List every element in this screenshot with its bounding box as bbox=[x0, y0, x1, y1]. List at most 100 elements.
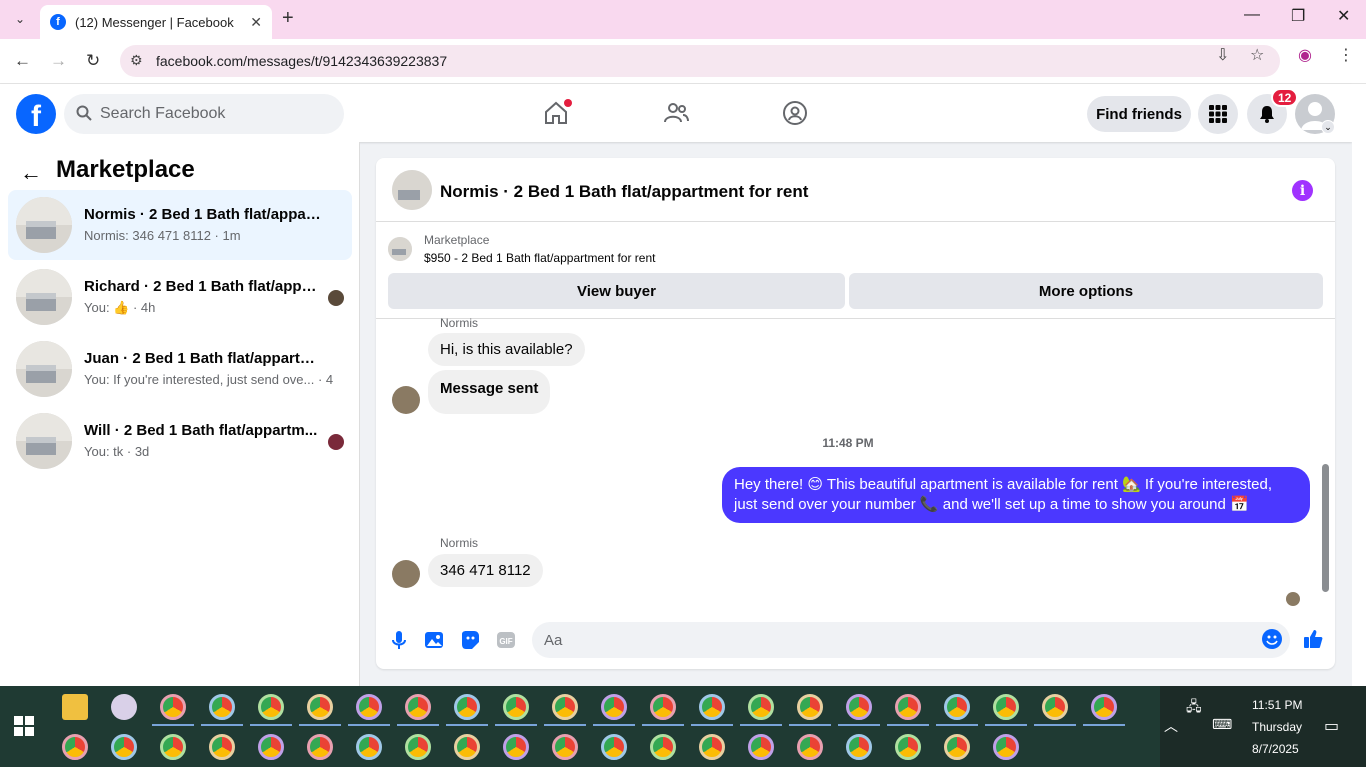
chrome-taskbar-icon[interactable] bbox=[944, 694, 970, 720]
view-buyer-button[interactable]: View buyer bbox=[388, 273, 845, 309]
site-info-icon[interactable]: ⚙ bbox=[130, 52, 143, 69]
back-arrow-icon[interactable]: ← bbox=[20, 160, 42, 186]
conversation-preview: You: If you're interested, just send ove… bbox=[84, 372, 334, 387]
chrome-taskbar-icon[interactable] bbox=[1042, 694, 1068, 720]
minimize-icon[interactable]: — bbox=[1244, 6, 1260, 24]
chrome-taskbar-icon[interactable] bbox=[895, 734, 921, 760]
chrome-taskbar-icon[interactable] bbox=[944, 734, 970, 760]
file-explorer-icon[interactable] bbox=[62, 694, 88, 720]
gif-icon[interactable]: GIF bbox=[495, 629, 517, 651]
chevron-down-icon[interactable]: ⌄ bbox=[1321, 120, 1335, 134]
find-friends-button[interactable]: Find friends bbox=[1087, 96, 1191, 132]
message-input[interactable]: Aa bbox=[532, 622, 1290, 658]
bookmark-star-icon[interactable]: ☆ bbox=[1250, 45, 1264, 65]
chrome-taskbar-icon[interactable] bbox=[650, 694, 676, 720]
more-options-button[interactable]: More options bbox=[849, 273, 1323, 309]
groups-icon[interactable] bbox=[781, 99, 809, 127]
incoming-message[interactable]: Hi, is this available? bbox=[428, 333, 585, 366]
browser-tab[interactable]: f (12) Messenger | Facebook ✕ bbox=[40, 5, 272, 39]
info-icon[interactable]: i bbox=[1292, 180, 1313, 201]
paint-icon[interactable] bbox=[111, 694, 137, 720]
chrome-taskbar-icon[interactable] bbox=[601, 694, 627, 720]
chrome-taskbar-icon[interactable] bbox=[454, 694, 480, 720]
url-field[interactable]: ⚙ facebook.com/messages/t/91423436392238… bbox=[120, 45, 1280, 77]
friends-icon[interactable] bbox=[662, 99, 690, 127]
conversation-title: Richard · 2 Bed 1 Bath flat/appar... bbox=[84, 278, 324, 295]
facebook-header: f Search Facebook Find friends 12 ⌄ bbox=[0, 84, 1352, 142]
chrome-taskbar-icon[interactable] bbox=[895, 694, 921, 720]
sticker-icon[interactable] bbox=[459, 629, 481, 651]
page-scrollbar[interactable] bbox=[1352, 84, 1366, 686]
window-close-icon[interactable]: ✕ bbox=[1337, 6, 1350, 26]
tab-search-dropdown-icon[interactable]: ⌄ bbox=[8, 8, 32, 30]
outgoing-message[interactable]: Hey there! 😊 This beautiful apartment is… bbox=[722, 467, 1310, 523]
network-icon[interactable]: 🖧 bbox=[1186, 696, 1202, 720]
chrome-taskbar-icon[interactable] bbox=[601, 734, 627, 760]
chrome-taskbar-icon[interactable] bbox=[258, 734, 284, 760]
chrome-menu-icon[interactable]: ⋮ bbox=[1338, 45, 1354, 65]
chrome-taskbar-icon[interactable] bbox=[160, 694, 186, 720]
windows-start-icon[interactable] bbox=[14, 716, 34, 736]
incoming-message[interactable]: Message sent bbox=[428, 370, 551, 414]
reload-icon[interactable]: ↻ bbox=[86, 51, 100, 71]
chrome-taskbar-icon[interactable] bbox=[356, 734, 382, 760]
conversation-item[interactable]: Normis · 2 Bed 1 Bath flat/appart... Nor… bbox=[8, 190, 352, 260]
chrome-taskbar-icon[interactable] bbox=[503, 694, 529, 720]
notification-center-icon[interactable]: ▭ bbox=[1324, 716, 1339, 736]
sender-avatar[interactable] bbox=[392, 560, 420, 588]
chrome-taskbar-icon[interactable] bbox=[209, 694, 235, 720]
close-tab-icon[interactable]: ✕ bbox=[250, 14, 262, 31]
chrome-taskbar-icon[interactable] bbox=[405, 734, 431, 760]
chrome-taskbar-icon[interactable] bbox=[1091, 694, 1117, 720]
chrome-taskbar-icon[interactable] bbox=[307, 694, 333, 720]
chrome-taskbar-icon[interactable] bbox=[111, 734, 137, 760]
photo-icon[interactable] bbox=[423, 629, 445, 651]
chrome-taskbar-icon[interactable] bbox=[258, 694, 284, 720]
conversation-item[interactable]: Juan · 2 Bed 1 Bath flat/appartmen... Yo… bbox=[8, 334, 352, 404]
conversation-item[interactable]: Will · 2 Bed 1 Bath flat/appartm... You:… bbox=[8, 406, 352, 476]
search-facebook-input[interactable]: Search Facebook bbox=[64, 94, 344, 134]
chrome-taskbar-icon[interactable] bbox=[748, 694, 774, 720]
chat-title[interactable]: Normis · 2 Bed 1 Bath flat/appartment fo… bbox=[440, 182, 808, 202]
chrome-taskbar-icon[interactable] bbox=[454, 734, 480, 760]
clock-time[interactable]: 11:51 PM bbox=[1252, 698, 1302, 712]
chat-scrollbar-thumb[interactable] bbox=[1322, 464, 1329, 592]
sender-avatar[interactable] bbox=[392, 386, 420, 414]
chrome-taskbar-icon[interactable] bbox=[503, 734, 529, 760]
install-app-icon[interactable]: ⇩ bbox=[1216, 45, 1229, 65]
chrome-taskbar-icon[interactable] bbox=[552, 694, 578, 720]
chrome-taskbar-icon[interactable] bbox=[209, 734, 235, 760]
profile-icon[interactable]: ◉ bbox=[1298, 45, 1312, 65]
microphone-icon[interactable] bbox=[388, 629, 410, 651]
chrome-taskbar-icon[interactable] bbox=[797, 694, 823, 720]
chrome-taskbar-icon[interactable] bbox=[699, 734, 725, 760]
keyboard-icon[interactable]: ⌨ bbox=[1212, 716, 1232, 733]
chrome-taskbar-icon[interactable] bbox=[846, 694, 872, 720]
chrome-taskbar-icon[interactable] bbox=[699, 694, 725, 720]
new-tab-icon[interactable]: + bbox=[282, 7, 294, 30]
chrome-taskbar-icon[interactable] bbox=[552, 734, 578, 760]
chrome-taskbar-icon[interactable] bbox=[748, 734, 774, 760]
incoming-message[interactable]: 346 471 8112 bbox=[428, 554, 543, 587]
menu-grid-icon[interactable] bbox=[1198, 94, 1238, 134]
chrome-taskbar-icon[interactable] bbox=[650, 734, 676, 760]
chrome-taskbar-icon[interactable] bbox=[356, 694, 382, 720]
chat-avatar[interactable] bbox=[392, 170, 432, 210]
restore-icon[interactable]: ❐ bbox=[1291, 6, 1305, 26]
facebook-logo-icon[interactable]: f bbox=[16, 94, 56, 134]
chrome-taskbar-icon[interactable] bbox=[797, 734, 823, 760]
conversation-item[interactable]: Richard · 2 Bed 1 Bath flat/appar... You… bbox=[8, 262, 352, 332]
listing-title[interactable]: $950 - 2 Bed 1 Bath flat/appartment for … bbox=[424, 251, 655, 265]
thumbs-up-icon[interactable] bbox=[1302, 628, 1324, 650]
chrome-taskbar-icon[interactable] bbox=[307, 734, 333, 760]
chrome-taskbar-icon[interactable] bbox=[993, 694, 1019, 720]
emoji-icon[interactable] bbox=[1262, 629, 1282, 649]
forward-icon[interactable]: → bbox=[50, 51, 67, 71]
chrome-taskbar-icon[interactable] bbox=[846, 734, 872, 760]
show-hidden-icons-chevron-icon[interactable]: ︿ bbox=[1164, 716, 1178, 736]
chrome-taskbar-icon[interactable] bbox=[160, 734, 186, 760]
chrome-taskbar-icon[interactable] bbox=[405, 694, 431, 720]
chrome-taskbar-icon[interactable] bbox=[993, 734, 1019, 760]
back-icon[interactable]: ← bbox=[14, 51, 31, 71]
chrome-taskbar-icon[interactable] bbox=[62, 734, 88, 760]
